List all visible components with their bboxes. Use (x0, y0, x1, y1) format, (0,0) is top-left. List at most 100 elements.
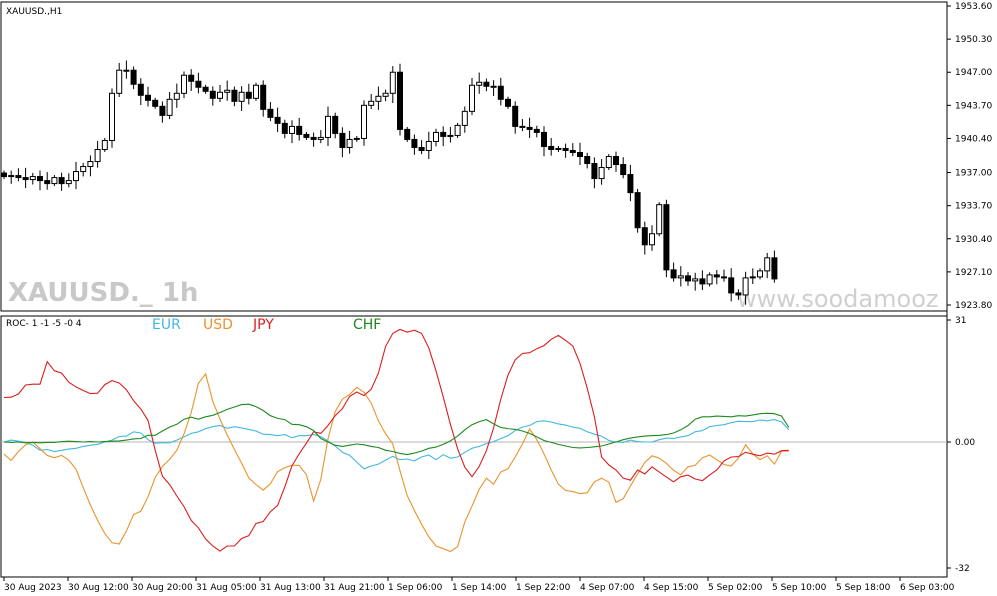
price-tick-label: 1930.40 (955, 235, 992, 245)
candle-bear (584, 156, 591, 165)
candle-bear (591, 163, 598, 180)
candle-bear (22, 177, 29, 181)
candle-bull (656, 204, 663, 235)
candle-bear (1, 172, 7, 178)
candle-bull (368, 100, 375, 106)
candle-bull (73, 171, 79, 182)
candle-bear (533, 128, 540, 133)
chart-canvas[interactable]: XAUUSD._ 1h www.soodamooz XAUUSD.,H1 195… (0, 0, 997, 596)
candle-bear (721, 276, 727, 279)
candle-bull (238, 91, 245, 102)
candle-bear (620, 164, 627, 176)
candle-bear (188, 74, 195, 82)
candle-bear (562, 147, 569, 151)
candle-bull (425, 140, 432, 151)
time-tick-label: 30 Aug 2023 (4, 583, 62, 593)
candle-bull (224, 89, 231, 93)
candle-bull (555, 147, 562, 150)
candle-bear (771, 257, 778, 280)
candle-bear (15, 175, 22, 179)
candle-bear (44, 180, 51, 185)
candle-bull (29, 176, 36, 181)
candle-bull (325, 115, 331, 138)
price-tick-label: 1953.60 (955, 2, 992, 12)
price-tick-label: 1937.00 (955, 169, 992, 179)
candle-bear (296, 125, 303, 135)
candle-bull (649, 233, 655, 246)
candle-bull (289, 125, 295, 134)
candle-bull (764, 257, 771, 272)
candle-bear (332, 115, 339, 134)
candle-bear (541, 131, 547, 147)
time-tick-label: 4 Sep 07:00 (580, 583, 635, 593)
time-tick-label: 5 Sep 18:00 (836, 583, 891, 593)
candle-bull (454, 124, 461, 136)
candle-bull (317, 136, 324, 140)
candle-bull (166, 98, 173, 116)
indicator-label: ROC- 1 -1 -5 -0 4 (6, 319, 82, 329)
chart-window: XAUUSD._ 1h www.soodamooz XAUUSD.,H1 195… (0, 0, 997, 596)
candle-bull (749, 276, 756, 279)
watermark-site: www.soodamooz (737, 285, 938, 313)
candle-bear (418, 146, 425, 151)
roc-tick-label: 0.00 (955, 438, 975, 448)
candle-bear (303, 133, 310, 138)
legend-usd: USD (203, 317, 233, 333)
candle-bull (490, 85, 497, 88)
candle-bear (634, 192, 641, 229)
candle-bull (109, 92, 115, 141)
watermark-symbol: XAUUSD._ 1h (8, 278, 198, 308)
candle-bear (685, 275, 691, 282)
candle-bear (728, 277, 735, 294)
candle-bear (404, 128, 411, 140)
candle-bear (512, 105, 519, 127)
candle-bear (627, 174, 634, 194)
candle-bear (37, 176, 43, 182)
time-tick-label: 31 Aug 13:00 (260, 583, 321, 593)
candle-bear (130, 69, 137, 85)
candle-bear (548, 145, 555, 150)
candle-bull (433, 131, 439, 142)
candle-bear (209, 90, 216, 99)
candle-bear (274, 116, 281, 124)
candle-bull (116, 69, 123, 94)
candle-bull (757, 270, 763, 278)
candle-bear (202, 86, 209, 92)
candle-bear (58, 177, 65, 185)
candle-bull (123, 69, 130, 72)
candle-bull (375, 95, 382, 102)
candle-bull (447, 134, 454, 137)
candle-bear (505, 98, 511, 107)
candle-bull (706, 274, 713, 285)
candle-bull (389, 71, 396, 94)
candle-bull (101, 139, 108, 150)
candle-bull (469, 84, 475, 112)
candle-bear (497, 85, 504, 100)
candle-bull (65, 180, 72, 185)
time-tick-label: 5 Sep 10:00 (772, 583, 827, 593)
candle-bull (382, 92, 389, 97)
roc-tick-label: -32 (955, 564, 970, 574)
time-tick-label: 31 Aug 05:00 (196, 583, 257, 593)
candle-bear (526, 126, 533, 130)
price-tick-label: 1923.80 (955, 301, 992, 311)
candle-bear (152, 99, 159, 107)
price-tick-label: 1943.70 (955, 101, 992, 111)
candle-bull (87, 161, 94, 168)
candle-bull (51, 177, 58, 185)
candle-bear (440, 131, 447, 137)
candle-bear (137, 83, 144, 96)
roc-tick-label: 31 (955, 316, 966, 326)
candle-bull (181, 74, 187, 94)
candle-bull (476, 81, 483, 86)
candle-bear (231, 89, 238, 102)
candle-bear (159, 105, 166, 116)
time-tick-label: 5 Sep 02:00 (708, 583, 763, 593)
candle-bear (663, 204, 670, 271)
candle-bull (353, 137, 360, 140)
time-tick-label: 30 Aug 12:00 (68, 583, 129, 593)
candle-bull (8, 175, 15, 178)
candle-bear (713, 274, 720, 278)
candle-bull (742, 277, 749, 296)
candle-bear (670, 269, 677, 279)
